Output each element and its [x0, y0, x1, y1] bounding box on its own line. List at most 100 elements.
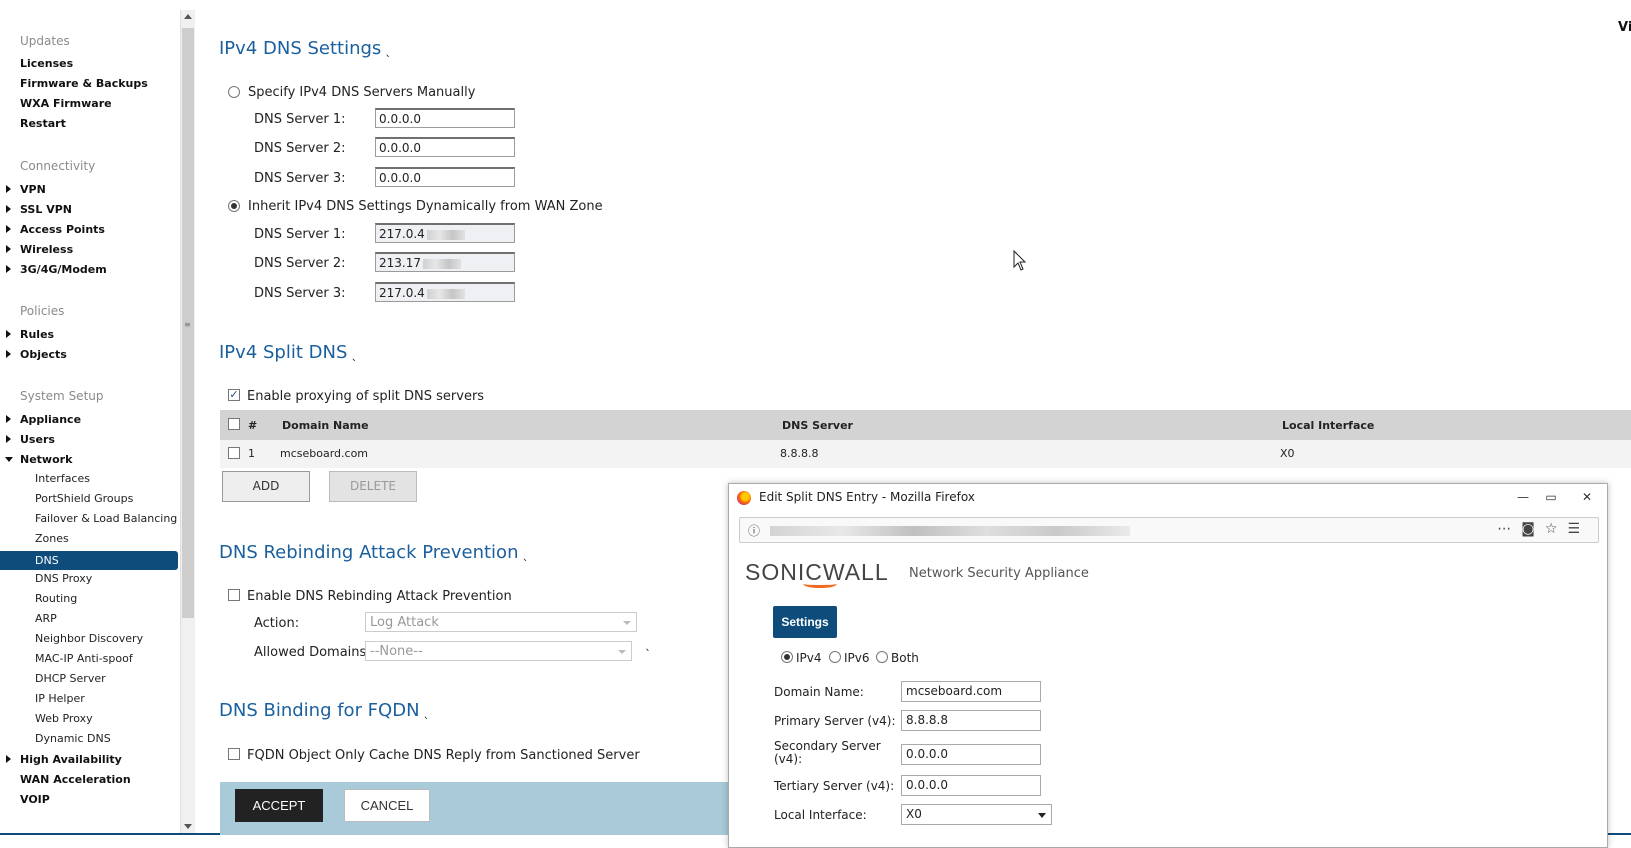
- local-interface-select[interactable]: X0: [901, 804, 1052, 825]
- sidebar-item-restart[interactable]: Restart: [20, 117, 66, 130]
- sidebar-sub-dns-proxy[interactable]: DNS Proxy: [35, 572, 92, 585]
- pocket-icon[interactable]: ◙: [1521, 521, 1545, 537]
- secondary-server-input[interactable]: 0.0.0.0: [901, 744, 1041, 765]
- sidebar-sub-interfaces[interactable]: Interfaces: [35, 472, 90, 485]
- col-local-interface[interactable]: Local Interface: [1282, 419, 1374, 432]
- redacted-mask: [423, 258, 461, 269]
- sidebar-item-high-availability[interactable]: High Availability: [6, 753, 122, 766]
- allowed-domains-select[interactable]: --None--: [365, 641, 632, 661]
- help-tick-icon[interactable]: ˎ: [424, 705, 430, 719]
- sidebar-item-vpn[interactable]: VPN: [6, 183, 46, 196]
- table-row[interactable]: 1 mcseboard.com 8.8.8.8 X0: [220, 440, 1631, 468]
- sidebar-sub-portshield[interactable]: PortShield Groups: [35, 492, 133, 505]
- radio-ipv6[interactable]: [829, 651, 841, 663]
- row-dns-server: 8.8.8.8: [780, 447, 819, 460]
- sidebar-item-wan-acceleration[interactable]: WAN Acceleration: [20, 773, 131, 786]
- sidebar-item-firmware[interactable]: Firmware & Backups: [20, 77, 148, 90]
- enable-rebinding-label: Enable DNS Rebinding Attack Prevention: [247, 589, 512, 604]
- menu-icon[interactable]: ☰: [1567, 521, 1590, 537]
- sidebar-item-wxa-firmware[interactable]: WXA Firmware: [20, 97, 112, 110]
- manual-dns3-label: DNS Server 3:: [254, 171, 346, 186]
- row-local-interface: X0: [1280, 447, 1295, 460]
- domain-name-input[interactable]: mcseboard.com: [901, 681, 1041, 702]
- scroll-up-icon[interactable]: [184, 14, 192, 19]
- col-dns-server[interactable]: DNS Server: [782, 419, 853, 432]
- sidebar-item-wireless[interactable]: Wireless: [5, 243, 73, 256]
- manual-dns2-label: DNS Server 2:: [254, 141, 346, 156]
- help-tick-icon[interactable]: ˎ: [351, 347, 357, 361]
- sidebar-item-modem[interactable]: 3G/4G/Modem: [6, 263, 107, 276]
- sidebar-heading-policies: Policies: [20, 304, 65, 318]
- enable-rebinding-checkbox[interactable]: [228, 589, 240, 601]
- col-num: #: [248, 419, 258, 432]
- chevron-down-icon: [623, 621, 631, 625]
- primary-server-label: Primary Server (v4):: [774, 714, 896, 728]
- sidebar-item-appliance[interactable]: Appliance: [5, 413, 81, 426]
- add-button[interactable]: ADD: [222, 471, 310, 502]
- sidebar-sub-arp[interactable]: ARP: [35, 612, 57, 625]
- help-tick-icon[interactable]: ˎ: [522, 547, 528, 561]
- radio-inherit-dns[interactable]: [228, 200, 240, 212]
- sidebar-sub-neighbor[interactable]: Neighbor Discovery: [35, 632, 143, 645]
- close-icon[interactable]: ✕: [1574, 487, 1600, 507]
- allowed-domains-value: --None--: [370, 644, 423, 659]
- sidebar-sub-failover[interactable]: Failover & Load Balancing: [35, 512, 177, 525]
- help-tick-icon[interactable]: ˎ: [385, 43, 391, 57]
- sidebar-sub-routing[interactable]: Routing: [35, 592, 77, 605]
- maximize-icon[interactable]: ▭: [1538, 487, 1564, 507]
- row-checkbox[interactable]: [228, 447, 240, 459]
- accept-button[interactable]: ACCEPT: [235, 789, 323, 822]
- sidebar-sub-ip-helper[interactable]: IP Helper: [35, 692, 85, 705]
- firefox-icon: [737, 491, 751, 505]
- chevron-down-icon: [618, 650, 626, 654]
- cancel-button[interactable]: CANCEL: [344, 789, 430, 822]
- manual-dns2-input[interactable]: 0.0.0.0: [375, 137, 515, 157]
- star-icon[interactable]: ☆: [1545, 521, 1568, 537]
- inherit-dns-label: Inherit IPv4 DNS Settings Dynamically fr…: [248, 199, 603, 214]
- sidebar-item-licenses[interactable]: Licenses: [20, 57, 73, 70]
- sidebar-item-ssl-vpn[interactable]: SSL VPN: [6, 203, 72, 216]
- sidebar-scrollbar[interactable]: ≡: [180, 10, 195, 835]
- mouse-cursor-icon: [1013, 250, 1027, 271]
- primary-server-input[interactable]: 8.8.8.8: [901, 710, 1041, 731]
- window-titlebar[interactable]: Edit Split DNS Entry - Mozilla Firefox —…: [729, 484, 1607, 512]
- settings-tab[interactable]: Settings: [773, 606, 837, 638]
- toolbar-icons[interactable]: ⋯◙☆☰: [1497, 521, 1590, 537]
- sidebar-item-access-points[interactable]: Access Points: [6, 223, 105, 236]
- radio-manual-dns[interactable]: [228, 86, 240, 98]
- radio-ipv4[interactable]: [781, 651, 793, 663]
- sidebar-item-users[interactable]: Users: [6, 433, 55, 446]
- inherit-dns2-input: 213.17: [375, 252, 515, 272]
- sidebar-item-network[interactable]: Network: [4, 453, 72, 466]
- help-tick-icon[interactable]: ˎ: [645, 637, 651, 651]
- scroll-down-icon[interactable]: [184, 824, 192, 829]
- fqdn-checkbox[interactable]: [228, 748, 240, 760]
- action-label: Action:: [254, 616, 300, 631]
- more-icon[interactable]: ⋯: [1497, 521, 1521, 537]
- sidebar-sub-zones[interactable]: Zones: [35, 532, 69, 545]
- sidebar-item-objects[interactable]: Objects: [6, 348, 67, 361]
- sidebar-sub-web-proxy[interactable]: Web Proxy: [35, 712, 93, 725]
- sidebar-sub-dns[interactable]: DNS: [0, 551, 178, 570]
- minimize-icon[interactable]: —: [1510, 487, 1536, 507]
- sidebar-sub-dynamic-dns[interactable]: Dynamic DNS: [35, 732, 111, 745]
- scroll-grip-icon: ≡: [184, 320, 191, 329]
- sidebar-item-rules[interactable]: Rules: [5, 328, 54, 341]
- url-bar[interactable]: ⓘ ⋯◙☆☰: [739, 517, 1599, 543]
- delete-button[interactable]: DELETE: [329, 471, 417, 502]
- select-all-checkbox[interactable]: [228, 418, 240, 430]
- action-select[interactable]: Log Attack: [365, 612, 637, 632]
- col-domain[interactable]: Domain Name: [282, 419, 369, 432]
- sidebar-item-voip[interactable]: VOIP: [20, 793, 50, 806]
- manual-dns3-input[interactable]: 0.0.0.0: [375, 167, 515, 187]
- action-select-value: Log Attack: [370, 615, 439, 630]
- sidebar-sub-dhcp[interactable]: DHCP Server: [35, 672, 106, 685]
- info-icon[interactable]: ⓘ: [748, 522, 760, 539]
- manual-dns1-input[interactable]: 0.0.0.0: [375, 108, 515, 128]
- radio-both[interactable]: [876, 651, 888, 663]
- redacted-mask: [426, 288, 465, 299]
- sidebar-sub-mac-ip[interactable]: MAC-IP Anti-spoof: [35, 652, 133, 665]
- enable-split-dns-checkbox[interactable]: ✓: [228, 389, 240, 401]
- ipv4-label: IPv4: [796, 651, 822, 665]
- tertiary-server-input[interactable]: 0.0.0.0: [901, 775, 1041, 796]
